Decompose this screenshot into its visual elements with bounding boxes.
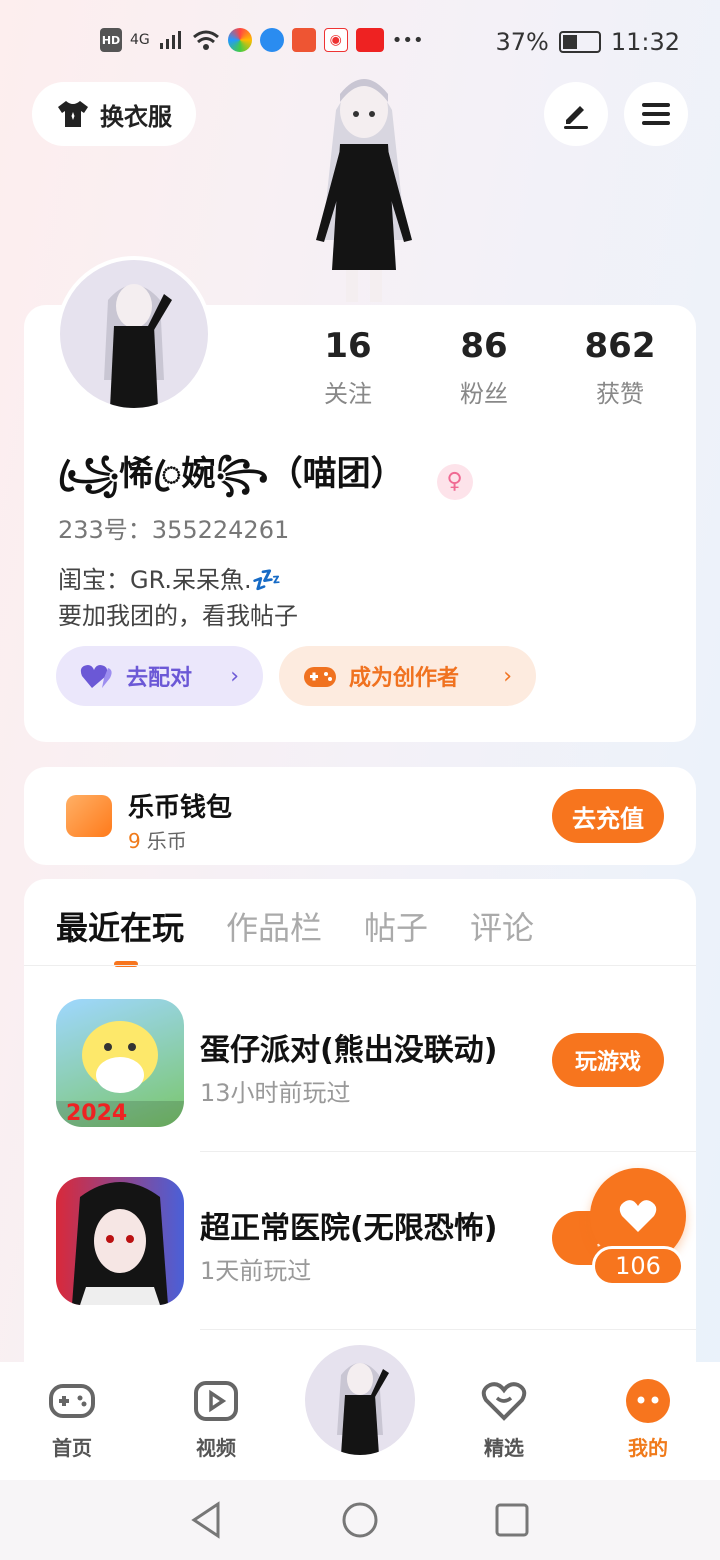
stat-value: 86: [460, 326, 508, 366]
gamepad-icon: [304, 667, 336, 687]
game-icon-eggy[interactable]: 2024: [56, 999, 184, 1127]
toutiao-icon: [355, 28, 384, 52]
wallet-icon: [66, 795, 112, 837]
bio-line: 闺宝：GR.呆呆魚.💤: [58, 566, 282, 594]
wallet-amount: 9: [128, 829, 141, 853]
game-last-played: 1天前玩过: [200, 1257, 312, 1285]
chevron-right-icon: ›: [503, 663, 512, 689]
recents-icon[interactable]: [494, 1502, 530, 1538]
become-creator-button[interactable]: 成为创作者 ›: [279, 646, 536, 706]
creator-label: 成为创作者: [349, 666, 460, 691]
battery-percent: 37%: [495, 28, 549, 56]
nav-center-avatar[interactable]: [300, 1340, 420, 1460]
nav-label: 首页: [52, 1436, 92, 1460]
hd-icon: HD: [100, 28, 122, 52]
heart-pair-icon: [80, 665, 112, 688]
video-play-icon: [194, 1381, 238, 1421]
divider: [24, 965, 696, 966]
stat-label: 粉丝: [460, 380, 508, 408]
mine-face-icon: [626, 1379, 670, 1423]
gamepad-icon: [49, 1384, 95, 1418]
nav-label: 我的: [628, 1436, 668, 1460]
game-last-played: 13小时前玩过: [200, 1079, 351, 1107]
game-title: 蛋仔派对(熊出没联动): [200, 1033, 498, 1068]
wallet-balance: 9 乐币: [128, 825, 187, 854]
pen-icon: [564, 106, 588, 129]
game-icon-hospital[interactable]: [56, 1177, 184, 1305]
change-outfit-label: 换衣服: [100, 102, 172, 131]
profile-avatar[interactable]: [56, 256, 212, 412]
tab-works[interactable]: 作品栏: [226, 903, 322, 949]
nav-label: 精选: [484, 1436, 524, 1460]
avatar-figure[interactable]: [296, 70, 432, 306]
back-icon[interactable]: [188, 1500, 224, 1540]
stat-value: 16: [324, 326, 372, 366]
mall-icon: [291, 28, 316, 52]
like-count: 106: [592, 1246, 684, 1286]
home-icon[interactable]: [340, 1500, 380, 1540]
following-stat[interactable]: 16 关注: [288, 326, 408, 409]
user-id: 233号：355224261: [58, 516, 290, 544]
nav-featured[interactable]: 精选: [464, 1378, 544, 1461]
game-row[interactable]: 2024 蛋仔派对(熊出没联动) 13小时前玩过 玩游戏: [24, 969, 696, 1145]
network-label: 4G: [130, 32, 150, 48]
wallet-unit: 乐币: [146, 829, 187, 853]
chevron-right-icon: ›: [230, 663, 239, 689]
nav-home[interactable]: 首页: [32, 1378, 112, 1461]
game-icon-badge: 2024: [66, 1101, 127, 1126]
signal-icon: [159, 31, 181, 49]
weibo-icon: ◉: [323, 28, 348, 52]
battery-icon: [558, 31, 601, 53]
tshirt-icon: [58, 101, 88, 127]
app-icon-1: [227, 28, 252, 52]
wallet-title: 乐币钱包: [128, 793, 233, 823]
menu-button[interactable]: [624, 82, 688, 146]
heart-badge-icon: [481, 1382, 527, 1421]
stat-label: 获赞: [596, 380, 644, 408]
wifi-icon: [192, 30, 219, 50]
tab-comments[interactable]: 评论: [470, 903, 534, 949]
activity-card: 最近在玩 作品栏 帖子 评论 2024 蛋仔派对(熊出没联动) 13小时前玩过 …: [24, 879, 696, 1399]
nickname: ꧁ꦿ悕ꦿ婉꧂（喵团）: [58, 454, 405, 494]
more-notifications-icon: •••: [391, 29, 424, 51]
tab-posts[interactable]: 帖子: [364, 903, 428, 949]
followers-stat[interactable]: 86 粉丝: [424, 326, 544, 409]
change-outfit-button[interactable]: 换衣服: [32, 82, 196, 146]
bio: 闺宝：GR.呆呆魚.💤 要加我团的，看我帖子: [58, 562, 298, 634]
likes-stat[interactable]: 862 获赞: [560, 326, 680, 409]
play-game-button[interactable]: 玩游戏: [552, 1033, 664, 1087]
edit-button[interactable]: [544, 82, 608, 146]
heart-icon: [619, 1200, 657, 1232]
match-label: 去配对: [126, 666, 193, 691]
tab-recently-played[interactable]: 最近在玩: [56, 903, 184, 949]
nav-video[interactable]: 视频: [176, 1378, 256, 1461]
bio-line: 要加我团的，看我帖子: [58, 602, 298, 630]
system-nav-bar: [0, 1480, 720, 1560]
app-icon-2: [259, 28, 284, 52]
clock: 11:32: [610, 28, 680, 56]
match-button[interactable]: 去配对 ›: [56, 646, 263, 706]
profile-tabs: 最近在玩 作品栏 帖子 评论: [56, 903, 534, 949]
wallet-card[interactable]: 乐币钱包 9 乐币 去充值: [24, 767, 696, 865]
divider: [200, 1329, 696, 1330]
stat-value: 862: [584, 326, 656, 366]
recharge-button[interactable]: 去充值: [552, 789, 664, 843]
nav-label: 视频: [196, 1436, 236, 1460]
nav-mine[interactable]: 我的: [608, 1378, 688, 1461]
menu-icon: [642, 103, 670, 125]
tab-indicator: [114, 961, 138, 967]
female-icon: ♀: [436, 463, 473, 500]
game-title: 超正常医院(无限恐怖): [200, 1211, 498, 1246]
status-icons: HD 4G ◉ •••: [100, 28, 424, 52]
stat-label: 关注: [324, 380, 372, 408]
nickname-row: ꧁ꦿ悕ꦿ婉꧂（喵团） ♀: [58, 446, 473, 517]
